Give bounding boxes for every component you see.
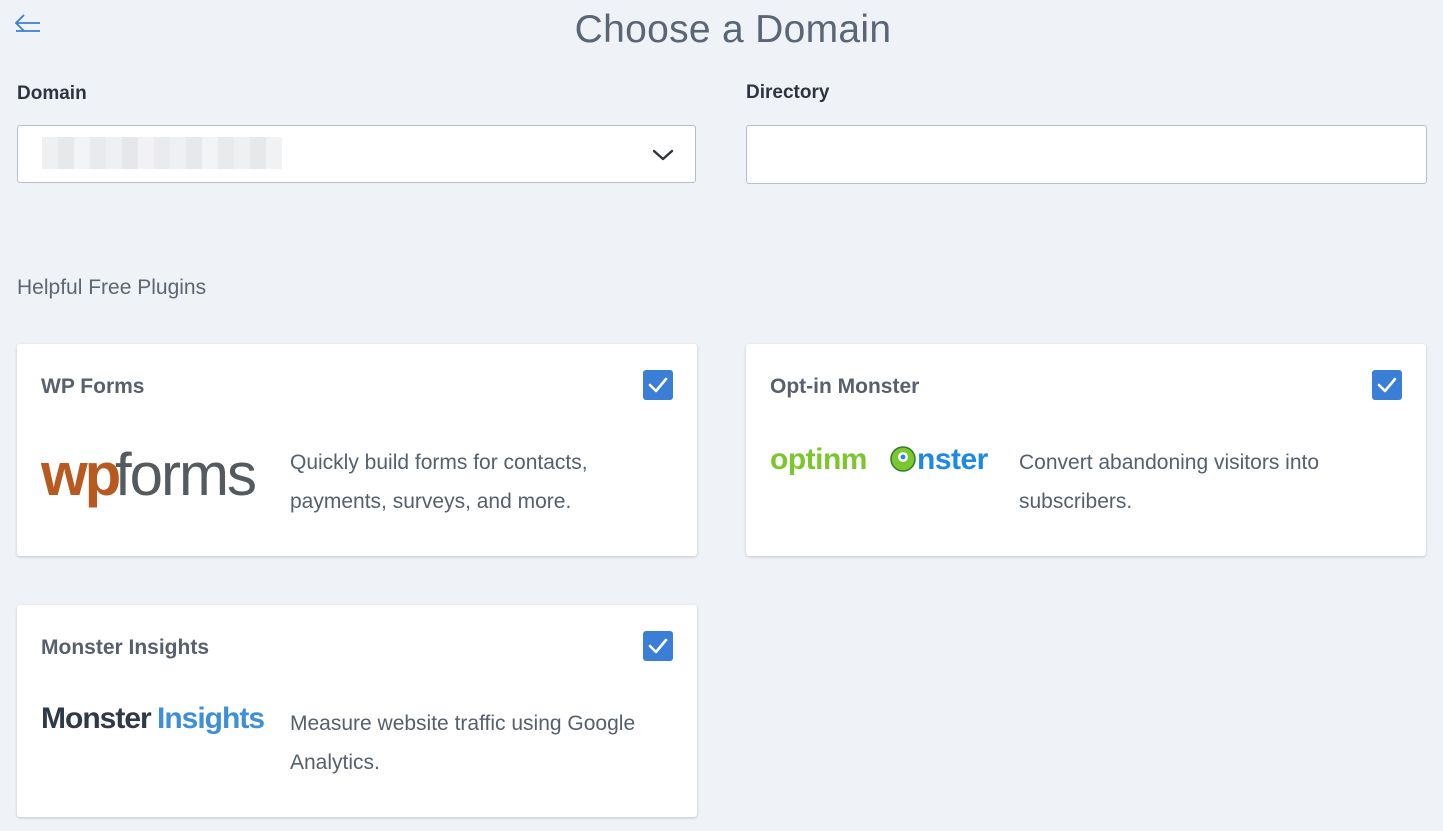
svg-text:Monster: Monster (41, 702, 152, 735)
section-title: Helpful Free Plugins (17, 276, 207, 299)
plugin-card-wpforms: WP Forms wp forms Quickly build forms fo… (17, 344, 697, 556)
chevron-down-icon (652, 149, 674, 161)
domain-label: Domain (17, 83, 87, 104)
optinmonster-logo: optinm nster (770, 440, 1000, 485)
svg-text:nster: nster (917, 443, 989, 476)
check-icon (648, 377, 668, 393)
plugin-title: Monster Insights (41, 636, 210, 659)
directory-label: Directory (746, 82, 830, 103)
plugin-checkbox-optinmonster[interactable] (1372, 370, 1402, 400)
page-title: Choose a Domain (574, 8, 892, 51)
plugin-card-monsterinsights: Monster Insights Monster Insights Measur… (17, 605, 697, 817)
plugin-checkbox-monsterinsights[interactable] (643, 631, 673, 661)
wpforms-logo: wp forms (40, 439, 271, 524)
monsterinsights-logo: Monster Insights (41, 698, 271, 743)
svg-text:Insights: Insights (157, 702, 264, 735)
domain-select-value (42, 137, 282, 169)
plugin-card-optinmonster: Opt-in Monster optinm nster Convert aban… (746, 344, 1426, 556)
check-icon (1377, 377, 1397, 393)
domain-select[interactable] (17, 125, 696, 183)
plugin-description: Quickly build forms for contacts, paymen… (290, 451, 588, 513)
check-icon (648, 638, 668, 654)
svg-text:optinm: optinm (770, 443, 867, 476)
plugin-description: Measure website traffic using Google Ana… (290, 712, 636, 774)
svg-text:wp: wp (41, 441, 120, 508)
plugin-title: Opt-in Monster (770, 375, 920, 398)
directory-input[interactable] (746, 125, 1427, 184)
plugin-checkbox-wpforms[interactable] (643, 370, 673, 400)
svg-text:forms: forms (115, 441, 255, 508)
page: Choose a Domain Domain Directory Helpful… (0, 0, 1443, 831)
plugin-description: Convert abandoning visitors into subscri… (1019, 451, 1320, 513)
plugin-title: WP Forms (41, 375, 145, 398)
